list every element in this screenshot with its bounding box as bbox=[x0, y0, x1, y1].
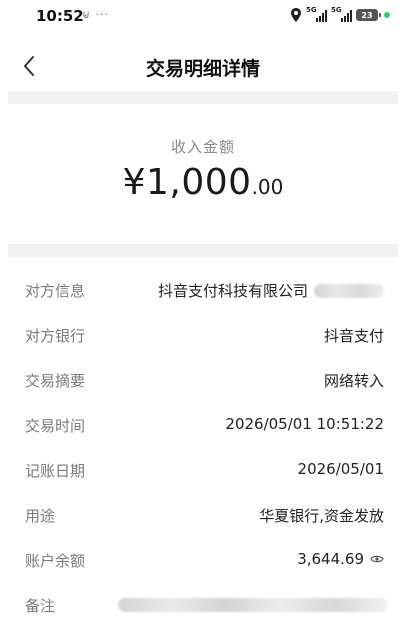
detail-row-posting-date: 记账日期 2026/05/01 bbox=[0, 455, 406, 485]
detail-label: 交易摘要 bbox=[25, 372, 86, 390]
amount-value: ¥1,000.00 bbox=[0, 162, 406, 203]
detail-label: 交易时间 bbox=[25, 417, 86, 435]
amount-section: 收入金额 ¥1,000.00 bbox=[0, 104, 406, 244]
section-divider bbox=[8, 91, 398, 104]
detail-row-time: 交易时间 2026/05/01 10:51:22 bbox=[0, 410, 406, 440]
redacted-blur bbox=[314, 283, 384, 298]
balance-value: 3,644.69 bbox=[297, 550, 364, 568]
eye-icon[interactable] bbox=[370, 554, 384, 564]
detail-label: 备注 bbox=[25, 597, 56, 615]
detail-value: 2026/05/01 10:51:22 bbox=[225, 415, 384, 433]
battery-icon: 23 bbox=[356, 9, 381, 21]
detail-value: 2026/05/01 bbox=[297, 460, 384, 478]
signal-1-label: 5G bbox=[306, 6, 317, 14]
detail-value: 3,644.69 bbox=[297, 550, 384, 568]
amount-main: ¥1,000 bbox=[122, 162, 252, 203]
signal-2-icon: 5G bbox=[331, 6, 352, 22]
signal-2-label: 5G bbox=[331, 6, 342, 14]
detail-value: 抖音支付 bbox=[323, 327, 384, 345]
privacy-dot-icon bbox=[384, 12, 390, 18]
detail-label: 记账日期 bbox=[25, 462, 86, 480]
status-time: 10:52 bbox=[36, 7, 84, 25]
detail-row-bank: 对方银行 抖音支付 bbox=[0, 320, 406, 350]
detail-label: 账户余额 bbox=[25, 552, 86, 570]
detail-row-counterparty: 对方信息 抖音支付科技有限公司 bbox=[0, 275, 406, 305]
status-notification-icons: ⊌ ··· bbox=[82, 8, 110, 21]
status-right-cluster: 5G 5G 23 bbox=[290, 6, 390, 22]
detail-row-balance: 账户余额 3,644.69 bbox=[0, 545, 406, 575]
detail-row-remark: 备注 bbox=[0, 590, 406, 620]
counterparty-name: 抖音支付科技有限公司 bbox=[157, 282, 308, 300]
detail-row-purpose: 用途 华夏银行,资金发放 bbox=[0, 500, 406, 530]
detail-label: 对方信息 bbox=[25, 282, 86, 300]
amount-label: 收入金额 bbox=[170, 138, 235, 156]
amount-decimal: .00 bbox=[251, 175, 284, 199]
detail-value: 华夏银行,资金发放 bbox=[259, 507, 384, 525]
section-divider bbox=[8, 244, 398, 257]
signal-1-icon: 5G bbox=[306, 6, 327, 22]
detail-value: 网络转入 bbox=[323, 372, 384, 390]
detail-value: 抖音支付科技有限公司 bbox=[158, 280, 384, 301]
status-bar: 10:52 ⊌ ··· 5G 5G 23 bbox=[0, 0, 406, 34]
detail-row-summary: 交易摘要 网络转入 bbox=[0, 365, 406, 395]
nav-bar: 交易明细详情 bbox=[0, 34, 406, 96]
detail-label: 用途 bbox=[25, 507, 56, 525]
location-icon bbox=[291, 8, 301, 22]
page-title: 交易明细详情 bbox=[145, 58, 260, 80]
redacted-blur bbox=[118, 598, 388, 612]
detail-label: 对方银行 bbox=[25, 327, 86, 345]
